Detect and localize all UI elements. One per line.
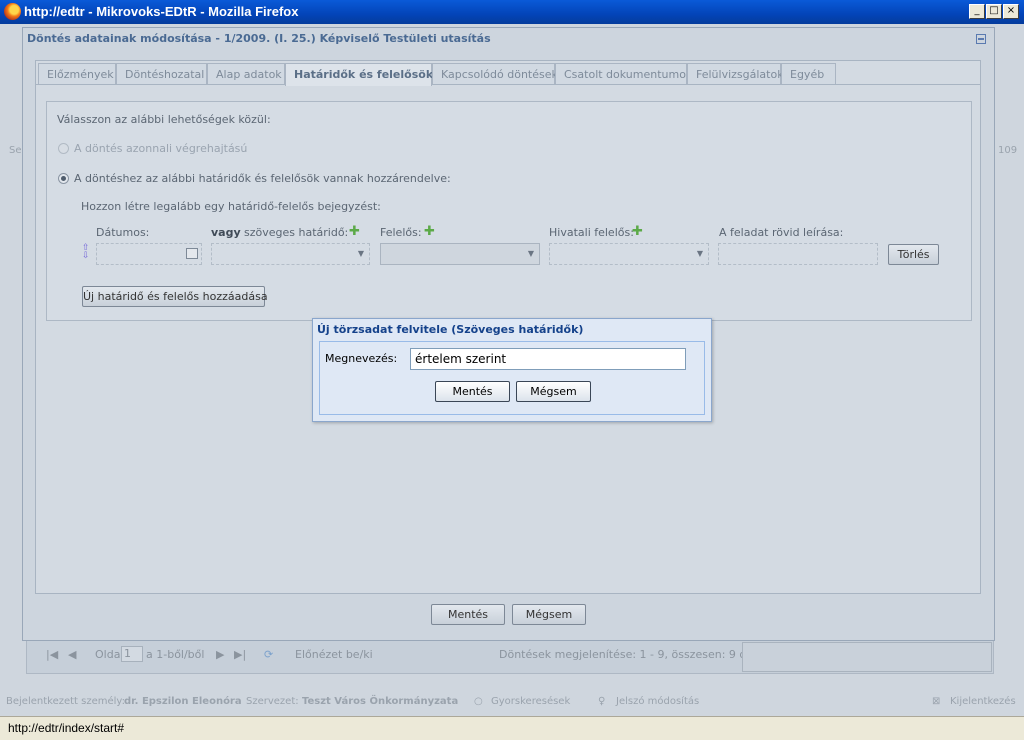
or-label: vagy	[211, 226, 241, 239]
page-of-label: a 1-ből/ből	[146, 648, 205, 661]
user-name: dr. Epszilon Eleonóra	[124, 696, 242, 707]
chevron-down-icon[interactable]: ▼	[525, 248, 537, 260]
bg-status-row: Bejelentkezett személy: dr. Epszilon Ele…	[0, 690, 1024, 714]
add-responsible-icon[interactable]: ✚	[424, 224, 435, 239]
logout-link: Kijelentkezés	[950, 696, 1016, 707]
new-master-data-dialog: Új törzsadat felvitele (Szöveges határid…	[312, 318, 712, 422]
dialog-minimize-icon[interactable]	[976, 34, 986, 44]
minimize-button[interactable]: _	[969, 4, 985, 19]
org-label: Szervezet:	[246, 696, 299, 707]
tab-reviews[interactable]: Felülvizsgálatok	[687, 63, 784, 84]
delete-button[interactable]: Törlés	[888, 244, 939, 265]
radio-assigned[interactable]	[58, 173, 69, 184]
user-label: Bejelentkezett személy:	[6, 696, 125, 707]
tab-bar: Előzmények Döntéshozatal Alap adatok Hat…	[36, 61, 980, 86]
password-change-link: Jelszó módosítás	[616, 696, 700, 707]
office-responsible-combo[interactable]: ▼	[549, 243, 709, 265]
status-url: http://edtr/index/start#	[8, 721, 125, 735]
date-column-label: Dátumos:	[96, 226, 150, 239]
responsible-label: Felelős:	[380, 226, 422, 239]
chevron-down-icon[interactable]: ▼	[355, 248, 367, 260]
bg-side-box	[742, 642, 992, 672]
date-input[interactable]	[96, 243, 202, 265]
create-entry-hint: Hozzon létre legalább egy határidő-felel…	[81, 200, 381, 213]
cancel-button[interactable]: Mégsem	[512, 604, 586, 625]
logout-icon: ⊠	[932, 696, 941, 707]
option-immediate-label: A döntés azonnali végrehajtású	[74, 142, 248, 155]
add-office-responsible-icon[interactable]: ✚	[632, 224, 643, 239]
subdialog-cancel-button[interactable]: Mégsem	[516, 381, 591, 402]
window-titlebar: http://edtr - Mikrovoks-EDtR - Mozilla F…	[0, 0, 1024, 24]
text-deadline-combo[interactable]: ▼	[211, 243, 370, 265]
key-icon: ♀	[598, 696, 606, 707]
search-icon: ○	[474, 696, 483, 707]
tab-history[interactable]: Előzmények	[38, 63, 116, 84]
bg-fragment-right: 109	[998, 145, 1018, 156]
close-window-button[interactable]: ×	[1003, 4, 1019, 19]
prev-page-icon: ◀	[68, 648, 77, 661]
quick-search-menu: Gyorskeresések	[491, 696, 571, 707]
tab-deadlines-responsibles[interactable]: Határidők és felelősök	[285, 63, 433, 86]
tab-basic-data[interactable]: Alap adatok	[207, 63, 285, 84]
name-label: Megnevezés:	[325, 352, 398, 365]
last-page-icon: ▶|	[234, 648, 247, 661]
office-responsible-label: Hivatali felelős:	[549, 226, 634, 239]
tab-related-decisions[interactable]: Kapcsolódó döntések	[432, 63, 558, 84]
preview-toggle: Előnézet be/ki	[295, 648, 373, 661]
radio-immediate[interactable]	[58, 143, 69, 154]
calendar-icon[interactable]	[186, 248, 198, 259]
name-input[interactable]	[410, 348, 686, 370]
add-deadline-button[interactable]: Új határidő és felelős hozzáadása	[82, 286, 268, 307]
reorder-icon[interactable]: ⇧ ⇩	[82, 244, 90, 261]
page-input[interactable]: 1	[121, 646, 143, 662]
save-button[interactable]: Mentés	[431, 604, 505, 625]
subdialog-body: Megnevezés: Mentés Mégsem	[319, 341, 705, 415]
options-prompt: Válasszon az alábbi lehetőségek közül:	[57, 113, 271, 126]
window-title: http://edtr - Mikrovoks-EDtR - Mozilla F…	[24, 4, 299, 19]
tab-other[interactable]: Egyéb	[781, 63, 836, 84]
page-label: Oldal	[95, 648, 124, 661]
pager-summary: Döntések megjelenítése: 1 - 9, összesen:…	[499, 648, 754, 661]
description-label: A feladat rövid leírása:	[719, 226, 844, 239]
chevron-down-icon[interactable]: ▼	[694, 248, 706, 260]
tab-attached-documents[interactable]: Csatolt dokumentumok	[555, 63, 692, 84]
maximize-button[interactable]: □	[986, 4, 1002, 19]
firefox-icon	[4, 3, 21, 20]
subdialog-title: Új törzsadat felvitele (Szöveges határid…	[317, 323, 584, 336]
refresh-icon: ⟳	[264, 648, 274, 661]
description-input[interactable]	[718, 243, 878, 265]
first-page-icon: |◀	[46, 648, 59, 661]
org-name: Teszt Város Önkormányzata	[302, 696, 459, 707]
deadlines-fieldset: Válasszon az alábbi lehetőségek közül: A…	[46, 101, 972, 321]
responsible-combo[interactable]: ▼	[380, 243, 540, 265]
text-deadline-label: szöveges határidő:	[244, 226, 349, 239]
bg-pager-toolbar: |◀ ◀ Oldal 1 a 1-ből/ből ▶ ▶| ⟳ Előnézet…	[38, 643, 753, 667]
subdialog-save-button[interactable]: Mentés	[435, 381, 510, 402]
bg-fragment-left: Se	[9, 145, 22, 156]
tab-decision-making[interactable]: Döntéshozatal	[116, 63, 207, 84]
option-assigned-label: A döntéshez az alábbi határidők és felel…	[74, 172, 451, 185]
dialog-title: Döntés adatainak módosítása - 1/2009. (I…	[27, 32, 491, 45]
next-page-icon: ▶	[216, 648, 225, 661]
browser-statusbar: http://edtr/index/start#	[0, 716, 1024, 740]
add-text-deadline-icon[interactable]: ✚	[349, 224, 360, 239]
